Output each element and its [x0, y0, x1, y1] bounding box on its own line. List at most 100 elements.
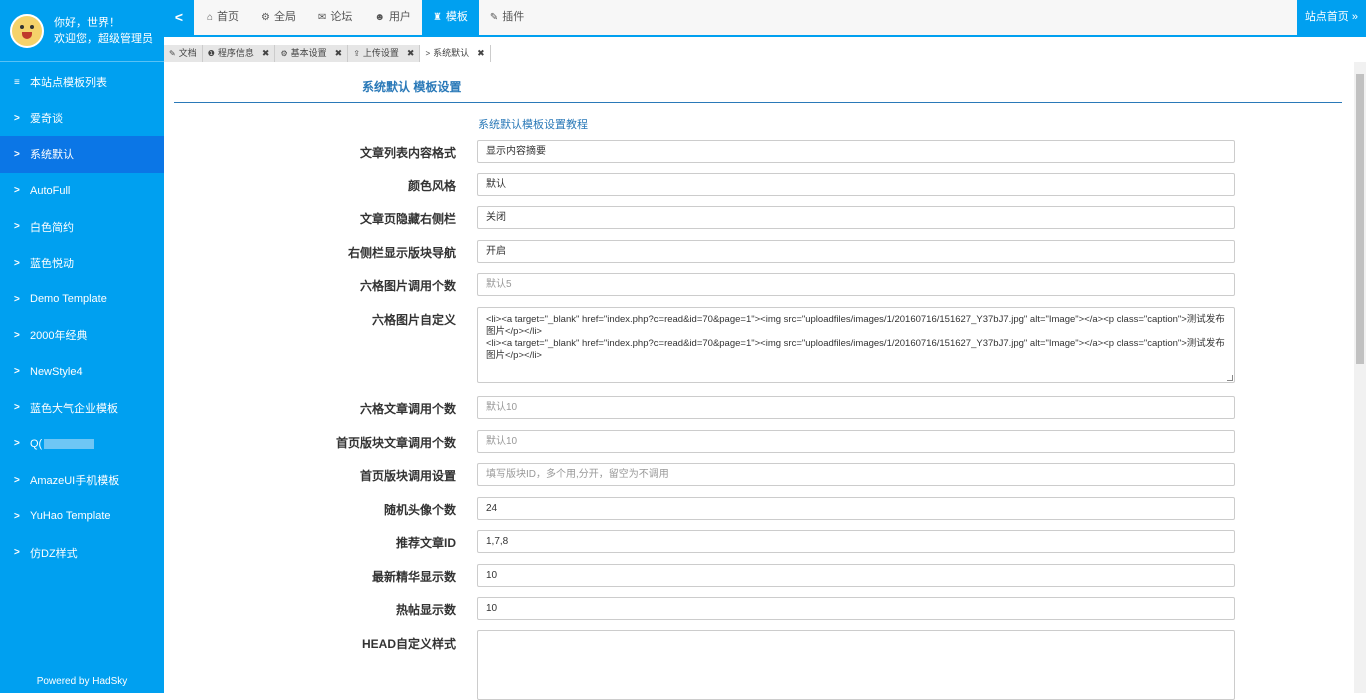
- nav-item-label: 首页: [217, 11, 240, 23]
- head-style-textarea[interactable]: [477, 630, 1235, 700]
- home-block-article-count-input[interactable]: 默认10: [477, 430, 1235, 453]
- chevron-right-icon: >: [14, 293, 20, 305]
- chevron-right-icon: >: [14, 402, 20, 414]
- sidebar-item[interactable]: > 蓝色悦动: [0, 245, 164, 281]
- list-format-select[interactable]: 显示内容摘要: [477, 140, 1235, 163]
- tab[interactable]: > 系统默认 ✖: [420, 45, 491, 62]
- home-icon: ⌂: [207, 12, 214, 23]
- tab[interactable]: ✎ 文档: [164, 45, 203, 62]
- chevron-right-icon: >: [14, 510, 20, 522]
- top-bar: < ⌂ 首页 ⚙ 全局 ✉ 论坛 ☻ 用户 ♜ 模板 ✎ 插件 站点首页 »: [164, 0, 1366, 37]
- home-block-setting-input[interactable]: 填写版块ID，多个用,分开，留空为不调用: [477, 463, 1235, 486]
- sidebar: 你好，世界！ 欢迎您，超级管理员 ≡ 本站点模板列表 > 爱奇谈 > 系统默认 > AutoF…: [0, 0, 164, 693]
- sidebar-item[interactable]: > 白色简约: [0, 209, 164, 245]
- tab-label: 上传设置: [362, 48, 399, 58]
- sidebar-item-label: 白色简约: [30, 221, 74, 234]
- chevron-right-icon: >: [14, 438, 20, 450]
- chevron-right-icon: >: [14, 185, 20, 197]
- sidebar-item[interactable]: > Demo Template: [0, 281, 164, 317]
- redacted-text: [44, 438, 95, 449]
- site-home-link[interactable]: 站点首页 »: [1296, 0, 1366, 35]
- sidebar-item-label: 蓝色悦动: [30, 258, 74, 271]
- grid-article-count-label: 六格文章调用个数: [359, 402, 456, 416]
- latest-essence-label: 最新精华显示数: [371, 570, 456, 584]
- scrollbar[interactable]: [1354, 62, 1366, 693]
- sidebar-item-label: Q(: [30, 437, 43, 450]
- nav-item[interactable]: ⚙ 全局: [250, 0, 307, 35]
- close-icon[interactable]: ✖: [477, 45, 485, 62]
- powered-by: Powered by HadSky: [36, 676, 128, 687]
- tab[interactable]: ⚙ 基本设置 ✖: [275, 45, 349, 62]
- nav-item[interactable]: ✎ 插件: [479, 0, 535, 35]
- chevron-right-icon: >: [14, 366, 20, 378]
- sidebar-item[interactable]: > AmazeUI手机模板: [0, 462, 164, 498]
- nav-item[interactable]: ⌂ 首页: [196, 0, 250, 35]
- gears-icon: ⚙: [261, 12, 271, 23]
- recommend-ids-input[interactable]: 1,7,8: [477, 530, 1235, 553]
- color-style-select[interactable]: 默认: [477, 173, 1235, 196]
- sidebar-nav-select[interactable]: 开启: [477, 240, 1235, 263]
- chevron-right-icon: >: [14, 474, 20, 486]
- sidebar-item[interactable]: > NewStyle4: [0, 354, 164, 390]
- chevron-right-icon: >: [14, 547, 20, 559]
- recommend-ids-label: 推荐文章ID: [395, 536, 456, 550]
- grid-img-count-input[interactable]: 默认5: [477, 273, 1235, 296]
- sidebar-item-label: 仿DZ样式: [30, 547, 78, 560]
- sidebar-item[interactable]: > YuHao Template: [0, 498, 164, 534]
- template-icon: ♜: [432, 12, 442, 23]
- close-icon[interactable]: ✖: [335, 45, 343, 62]
- sidebar-item[interactable]: > Q(: [0, 426, 164, 462]
- nav-item-label: 论坛: [330, 11, 353, 23]
- sidebar-item[interactable]: > 爱奇谈: [0, 100, 164, 136]
- close-icon[interactable]: ✖: [407, 45, 415, 62]
- random-avatar-label: 随机头像个数: [383, 503, 456, 517]
- chevron-right-icon: >: [14, 257, 20, 269]
- tab[interactable]: ❶ 程序信息 ✖: [202, 45, 276, 62]
- scrollbar-thumb[interactable]: [1356, 74, 1364, 364]
- sidebar-nav-label: 右侧栏显示版块导航: [347, 246, 456, 260]
- grid-article-count-input[interactable]: 默认10: [477, 396, 1235, 419]
- sidebar-item[interactable]: > AutoFull: [0, 173, 164, 209]
- tab-label: 文档: [178, 48, 197, 58]
- resize-handle[interactable]: [1227, 375, 1233, 381]
- plugin-icon: ✎: [489, 12, 499, 23]
- random-avatar-input[interactable]: 24: [477, 497, 1235, 520]
- tab-label: 程序信息: [217, 48, 254, 58]
- sidebar-item-label: AmazeUI手机模板: [30, 475, 120, 488]
- tab-label: 系统默认: [433, 48, 470, 58]
- doc-icon: ✎: [169, 49, 176, 58]
- nav-item-label: 用户: [388, 11, 411, 23]
- latest-essence-input[interactable]: 10: [477, 564, 1235, 587]
- sidebar-item-label: 爱奇谈: [30, 113, 63, 126]
- sidebar-item[interactable]: > 蓝色大气企业模板: [0, 390, 164, 426]
- sidebar-item[interactable]: > 仿DZ样式: [0, 534, 164, 570]
- close-icon[interactable]: ✖: [262, 45, 270, 62]
- nav-item[interactable]: ✉ 论坛: [307, 0, 363, 35]
- nav-item-label: 模板: [445, 11, 468, 23]
- sidebar-item[interactable]: > 系统默认: [0, 136, 164, 173]
- sidebar-item-label: NewStyle4: [30, 365, 83, 378]
- grid-img-count-label: 六格图片调用个数: [359, 279, 456, 293]
- sidebar-toggle-button[interactable]: <: [164, 0, 194, 35]
- profile: 你好，世界！ 欢迎您，超级管理员: [0, 0, 164, 62]
- sidebar-item[interactable]: ≡ 本站点模板列表: [0, 64, 164, 100]
- hot-posts-label: 热帖显示数: [395, 603, 456, 617]
- avatar[interactable]: [10, 13, 44, 48]
- sidebar-item[interactable]: >2000年经典: [0, 317, 164, 353]
- welcome-text: 欢迎您，超级管理员: [54, 32, 153, 45]
- sidebar-list: ≡ 本站点模板列表 > 爱奇谈 > 系统默认 > AutoFull > 白色简约 > 蓝色悦动 > Dem…: [0, 64, 164, 571]
- tutorial-link[interactable]: 系统默认模板设置教程: [478, 116, 588, 132]
- hide-sidebar-select[interactable]: 关闭: [477, 206, 1235, 229]
- sidebar-item-label: 系统默认: [30, 149, 74, 162]
- list-format-label: 文章列表内容格式: [359, 146, 456, 160]
- grid-img-custom-textarea[interactable]: <li><a target="_blank" href="index.php?c…: [477, 307, 1235, 383]
- sidebar-item-label: 本站点模板列表: [30, 77, 107, 90]
- tab[interactable]: ⇪ 上传设置 ✖: [348, 45, 421, 62]
- chevron-right-icon: >: [425, 49, 431, 58]
- nav-item[interactable]: ☻ 用户: [363, 0, 422, 35]
- hot-posts-input[interactable]: 10: [477, 597, 1235, 620]
- tab-bar: ✎ 文档 ❶ 程序信息 ✖ ⚙ 基本设置 ✖ ⇪ 上传设置 ✖ > 系统默认 ✖: [164, 45, 491, 62]
- chevron-right-icon: >: [14, 221, 20, 233]
- nav-item[interactable]: ♜ 模板: [421, 0, 479, 35]
- grid-img-custom-value: <li><a target="_blank" href="index.php?c…: [486, 314, 1225, 361]
